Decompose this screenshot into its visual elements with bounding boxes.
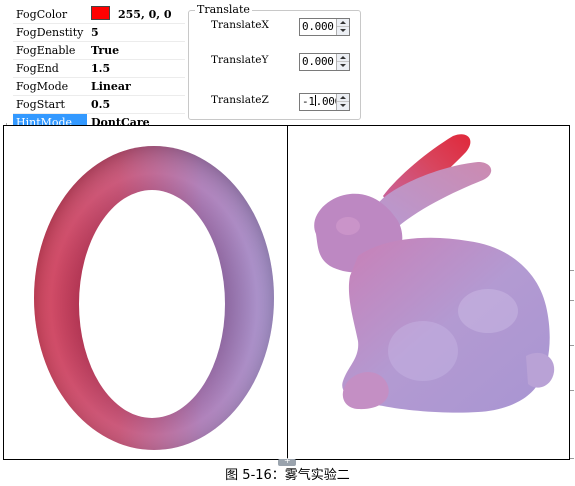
translate-group: Translate TranslateX 0.000 TranslateY 0.…	[188, 3, 361, 120]
property-name: FogColor	[16, 8, 68, 21]
left-viewport[interactable]	[3, 125, 288, 460]
property-row-fogmode[interactable]: FogMode Linear	[13, 78, 185, 96]
property-row-fogcolor[interactable]: FogColor 255, 0, 0	[13, 6, 185, 24]
property-row-fogdenstity[interactable]: FogDenstity 5	[13, 24, 185, 42]
property-value[interactable]: Linear	[91, 78, 131, 95]
property-name: FogEnable	[16, 44, 76, 57]
bunny-render	[314, 134, 555, 413]
translate-x-label: TranslateX	[211, 19, 269, 31]
property-name: FogDenstity	[16, 26, 84, 39]
translate-z-spinner[interactable]: -1.000	[299, 93, 350, 111]
translate-z-value-before-caret: -1	[302, 95, 315, 108]
property-name: FogMode	[16, 80, 69, 93]
spin-up-icon[interactable]	[337, 94, 349, 102]
property-row-fogstart[interactable]: FogStart 0.5	[13, 96, 185, 114]
property-row-fogenable[interactable]: FogEnable True	[13, 42, 185, 60]
property-value-text: 255, 0, 0	[118, 8, 172, 21]
torus-shape	[34, 146, 274, 450]
spin-up-icon[interactable]	[337, 54, 349, 62]
scroll-marks	[570, 270, 574, 460]
translate-y-label: TranslateY	[211, 54, 269, 66]
group-title: Translate	[195, 3, 252, 16]
spin-down-icon[interactable]	[337, 62, 349, 70]
spin-down-icon[interactable]	[337, 102, 349, 110]
property-name: FogEnd	[16, 62, 59, 75]
translate-z-label: TranslateZ	[211, 94, 269, 106]
right-viewport[interactable]	[287, 125, 570, 460]
spinner-buttons	[336, 54, 349, 70]
spin-up-icon[interactable]	[337, 19, 349, 27]
property-name: FogStart	[16, 98, 65, 111]
property-row-fogend[interactable]: FogEnd 1.5	[13, 60, 185, 78]
translate-y-spinner[interactable]: 0.000	[299, 53, 350, 71]
color-swatch[interactable]	[91, 6, 110, 20]
spinner-buttons	[336, 94, 349, 110]
translate-x-value[interactable]: 0.000	[302, 20, 334, 33]
spin-down-icon[interactable]	[337, 27, 349, 35]
translate-x-spinner[interactable]: 0.000	[299, 18, 350, 36]
property-value[interactable]: 5	[91, 24, 99, 41]
bunny-shape	[314, 134, 555, 413]
spinner-buttons	[336, 19, 349, 35]
property-value[interactable]: 0.5	[91, 96, 110, 113]
figure-caption: 图 5-16：雾气实验二	[225, 468, 350, 483]
translate-y-value[interactable]: 0.000	[302, 55, 334, 68]
property-grid: FogColor 255, 0, 0 FogDenstity 5 FogEnab…	[13, 6, 185, 132]
property-value[interactable]: 1.5	[91, 60, 110, 77]
property-value[interactable]: True	[91, 42, 119, 59]
torus-render	[34, 146, 274, 450]
property-value[interactable]: 255, 0, 0	[91, 6, 172, 23]
